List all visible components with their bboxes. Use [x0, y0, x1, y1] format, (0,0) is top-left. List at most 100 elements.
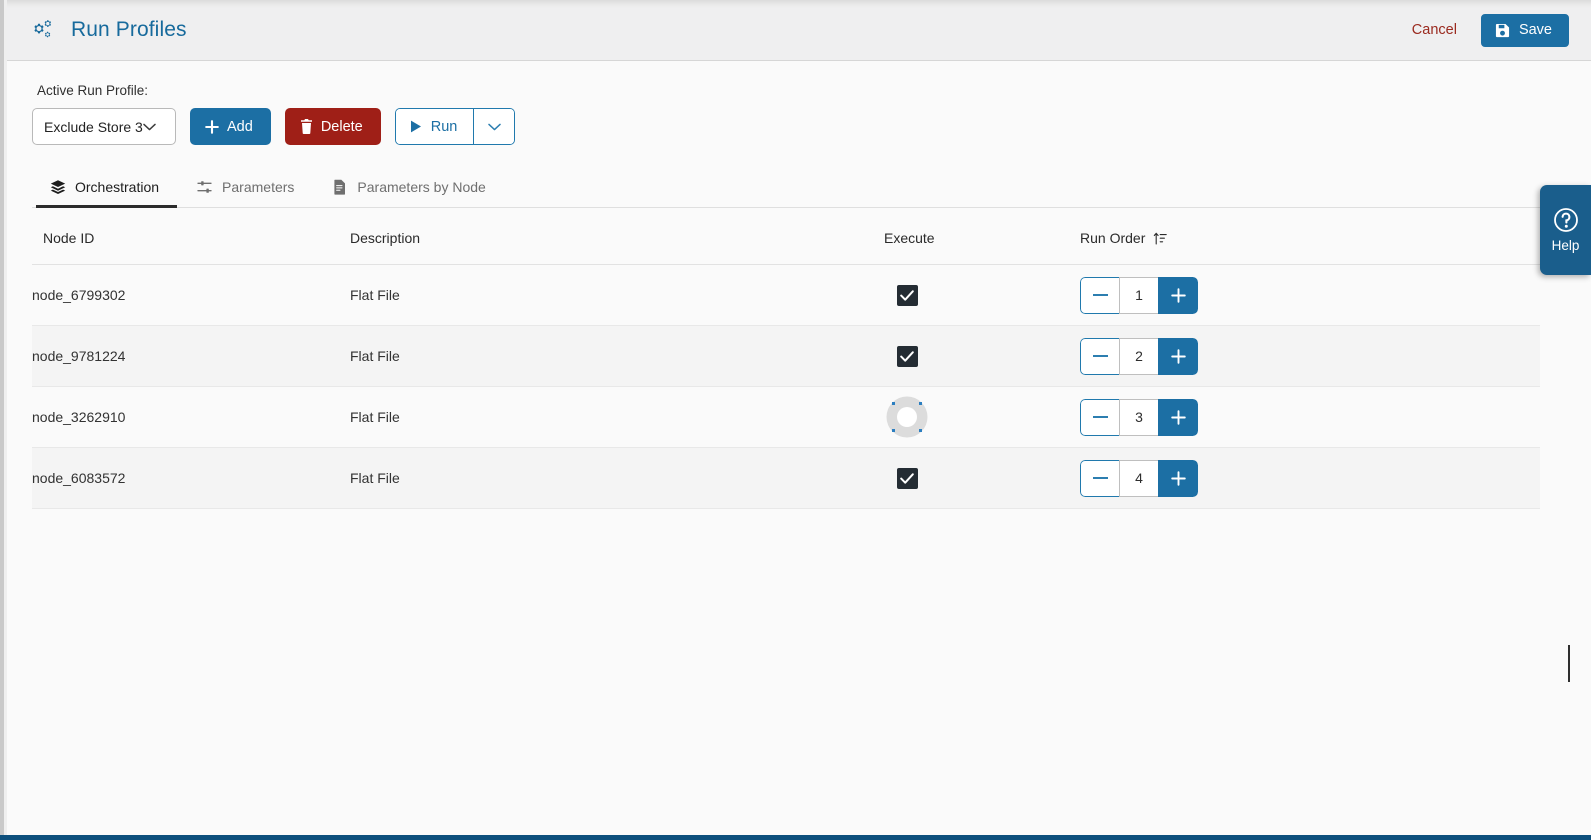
run-order-increment-button[interactable] — [1158, 276, 1198, 314]
delete-button-label: Delete — [320, 118, 363, 135]
column-header-run-order[interactable]: Run Order — [1080, 208, 1540, 265]
run-order-value[interactable]: 1 — [1119, 276, 1158, 314]
orchestration-table-wrap: Node ID Description Execute Run Order no… — [32, 208, 1563, 509]
bottom-accent-bar — [0, 835, 1591, 840]
run-order-value[interactable]: 2 — [1119, 337, 1158, 375]
table-body: node_6799302 Flat File 1 node_9781224 Fl… — [32, 264, 1540, 509]
tab-orchestration-label: Orchestration — [75, 179, 160, 195]
plus-icon — [1170, 348, 1186, 364]
tab-orchestration[interactable]: Orchestration — [36, 171, 178, 208]
cell-description: Flat File — [350, 386, 884, 448]
cell-execute — [884, 264, 1080, 326]
cell-execute — [884, 386, 1080, 448]
execute-checkbox[interactable] — [886, 274, 928, 316]
cell-node-id: node_9781224 — [32, 325, 350, 387]
profile-toolbar: Exclude Store 3 Add Delete Run — [32, 108, 1563, 145]
tab-parameters-by-node[interactable]: Parameters by Node — [318, 171, 503, 208]
cell-run-order: 1 — [1080, 264, 1540, 326]
left-edge-gutter — [0, 0, 7, 840]
column-header-run-order-label: Run Order — [1080, 230, 1146, 246]
run-dropdown-toggle[interactable] — [473, 109, 515, 144]
plus-icon — [205, 119, 219, 134]
run-order-decrement-button[interactable] — [1080, 398, 1119, 436]
header-title-group: Run Profiles — [32, 18, 187, 42]
table-row[interactable]: node_6799302 Flat File 1 — [32, 264, 1540, 326]
minus-icon — [1092, 294, 1108, 296]
add-button-label: Add — [227, 118, 253, 135]
orchestration-table: Node ID Description Execute Run Order no… — [32, 208, 1540, 509]
cell-description: Flat File — [350, 447, 884, 509]
active-run-profile-value: Exclude Store 3 — [44, 118, 143, 135]
plus-icon — [1170, 470, 1186, 486]
page-title: Run Profiles — [71, 18, 187, 41]
tab-parameters[interactable]: Parameters — [183, 171, 312, 208]
table-row[interactable]: node_6083572 Flat File 4 — [32, 447, 1540, 509]
run-order-stepper: 4 — [1080, 459, 1198, 497]
chevron-down-icon — [488, 123, 501, 131]
cell-description: Flat File — [350, 325, 884, 387]
run-button-label: Run — [430, 118, 458, 135]
run-order-increment-button[interactable] — [1158, 459, 1198, 497]
checkbox-checked-icon — [896, 284, 918, 306]
help-tab[interactable]: Help — [1540, 185, 1591, 275]
checkbox-unchecked-icon — [892, 402, 922, 432]
run-button[interactable]: Run — [395, 109, 474, 144]
column-header-description[interactable]: Description — [350, 208, 884, 265]
right-edge-cursor-artifact — [1568, 645, 1570, 682]
column-header-node-id[interactable]: Node ID — [32, 208, 350, 265]
sort-ascending-icon — [1153, 232, 1168, 245]
cell-node-id: node_6083572 — [32, 447, 350, 509]
left-edge-gutter-inner — [4, 0, 7, 840]
cell-node-id: node_6799302 — [32, 264, 350, 326]
run-split-button: Run — [394, 108, 516, 145]
run-order-decrement-button[interactable] — [1080, 337, 1119, 375]
trash-icon — [300, 119, 313, 134]
plus-icon — [1170, 409, 1186, 425]
selection-handle — [892, 429, 895, 432]
cancel-button[interactable]: Cancel — [1410, 18, 1459, 42]
cell-run-order: 4 — [1080, 447, 1540, 509]
delete-button[interactable]: Delete — [284, 108, 381, 145]
table-header-row: Node ID Description Execute Run Order — [32, 208, 1540, 265]
run-order-decrement-button[interactable] — [1080, 276, 1119, 314]
save-button-label: Save — [1518, 22, 1552, 38]
add-button[interactable]: Add — [190, 108, 271, 145]
selection-handle — [892, 402, 895, 405]
run-order-increment-button[interactable] — [1158, 398, 1198, 436]
page-header: Run Profiles Cancel Save — [7, 0, 1591, 61]
run-order-value[interactable]: 3 — [1119, 398, 1158, 436]
run-order-stepper: 1 — [1080, 276, 1198, 314]
cell-run-order: 3 — [1080, 386, 1540, 448]
header-actions: Cancel Save — [1410, 13, 1569, 47]
checkbox-checked-icon — [896, 467, 918, 489]
run-order-value[interactable]: 4 — [1119, 459, 1158, 497]
layers-icon — [50, 179, 66, 195]
gears-icon — [32, 18, 58, 42]
selection-handle — [919, 429, 922, 432]
question-circle-icon — [1553, 207, 1579, 233]
help-tab-label: Help — [1551, 238, 1580, 253]
tab-parameters-label: Parameters — [222, 179, 295, 195]
execute-checkbox[interactable] — [886, 335, 928, 377]
cell-run-order: 2 — [1080, 325, 1540, 387]
floppy-disk-icon — [1495, 23, 1510, 38]
page-body: Active Run Profile: Exclude Store 3 Add — [7, 61, 1591, 836]
table-row[interactable]: node_3262910 Flat File 3 — [32, 386, 1540, 448]
save-button[interactable]: Save — [1480, 13, 1569, 47]
column-header-execute[interactable]: Execute — [884, 208, 1080, 265]
cell-description: Flat File — [350, 264, 884, 326]
active-run-profile-select[interactable]: Exclude Store 3 — [32, 108, 176, 145]
sliders-icon — [197, 179, 213, 195]
tab-parameters-by-node-label: Parameters by Node — [357, 179, 486, 195]
minus-icon — [1092, 477, 1108, 479]
plus-icon — [1170, 287, 1186, 303]
checkbox-checked-icon — [896, 345, 918, 367]
table-row[interactable]: node_9781224 Flat File 2 — [32, 325, 1540, 387]
run-order-increment-button[interactable] — [1158, 337, 1198, 375]
execute-checkbox[interactable] — [886, 396, 928, 438]
tab-bar: Orchestration Parameters Parameters by N… — [32, 171, 1563, 208]
play-icon — [410, 120, 422, 133]
execute-checkbox[interactable] — [886, 457, 928, 499]
cell-execute — [884, 447, 1080, 509]
run-order-decrement-button[interactable] — [1080, 459, 1119, 497]
